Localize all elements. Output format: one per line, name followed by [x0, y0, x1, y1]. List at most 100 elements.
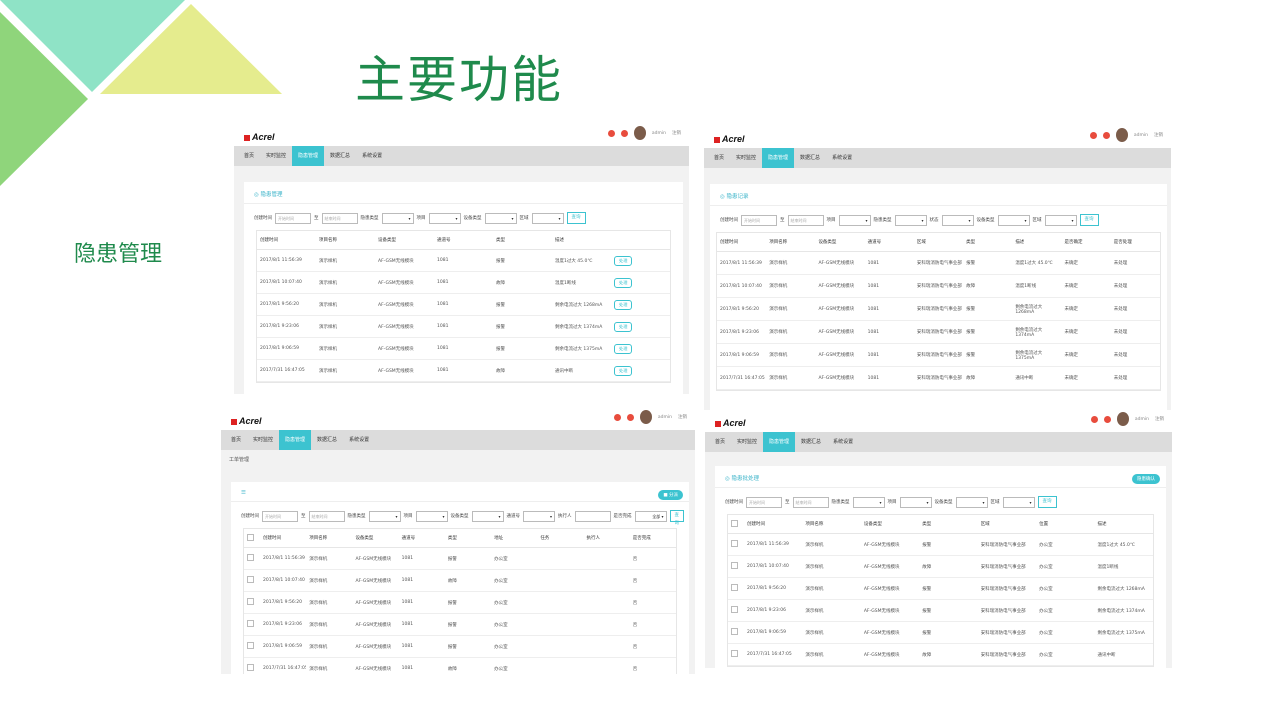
process-button[interactable]: 处理: [614, 321, 633, 332]
table-row[interactable]: 2017/8/1 9:56:20 演示样机 AF-GSM无线模块 报警 安科瑞消防电气事…: [728, 577, 1153, 600]
filter-select[interactable]: ▾: [484, 212, 517, 224]
filter-select[interactable]: ▾: [381, 212, 414, 224]
filter-select[interactable]: ▾: [894, 214, 927, 226]
process-button[interactable]: 处理: [614, 299, 633, 310]
filter-select[interactable]: ▾: [838, 214, 871, 226]
nav-item-0[interactable]: 首页: [225, 430, 247, 450]
alarm-badge-icon[interactable]: [607, 129, 615, 137]
nav-item-1[interactable]: 实时监控: [731, 432, 763, 452]
filter-select[interactable]: ▾: [941, 214, 974, 226]
filter-start-date-input[interactable]: 开始时间: [275, 212, 311, 224]
nav-item-4[interactable]: 系统设置: [343, 430, 375, 450]
nav-item-1[interactable]: 实时监控: [247, 430, 279, 450]
alarm-badge-icon[interactable]: [1090, 415, 1098, 423]
fault-badge-icon[interactable]: [1102, 131, 1110, 139]
filter-select[interactable]: ▾: [415, 510, 448, 522]
nav-item-0[interactable]: 首页: [708, 148, 730, 168]
filter-select[interactable]: ▾: [1044, 214, 1077, 226]
nav-item-2[interactable]: 隐患管理: [763, 432, 796, 452]
table-row[interactable]: 2017/8/1 9:06:59 演示样机 AF-GSM无线模块 报警 安科瑞消防电气事…: [728, 621, 1153, 644]
row-checkbox[interactable]: [731, 584, 738, 591]
nav-item-4[interactable]: 系统设置: [356, 146, 388, 166]
table-row[interactable]: 2017/8/1 10:07:40 演示样机 AF-GSM无线模块 1081 故障 温度1…: [257, 271, 670, 294]
table-row[interactable]: 2017/8/1 10:07:40 演示样机 AF-GSM无线模块 1081 故障 办公室…: [244, 569, 676, 592]
table-row[interactable]: 2017/8/1 9:23:06 演示样机 AF-GSM无线模块 1081 安科瑞消防电…: [717, 320, 1160, 344]
filter-select[interactable]: ▾: [471, 510, 504, 522]
process-button[interactable]: 处理: [614, 343, 633, 354]
filter-end-date-input[interactable]: 结束时间: [787, 214, 824, 226]
avatar[interactable]: [639, 410, 652, 424]
process-button[interactable]: 处理: [614, 365, 633, 376]
alarm-badge-icon[interactable]: [613, 413, 621, 421]
nav-item-4[interactable]: 系统设置: [826, 148, 858, 168]
nav-item-0[interactable]: 首页: [238, 146, 260, 166]
filter-select[interactable]: ▾: [852, 496, 885, 508]
filter-end-date-input[interactable]: 结束时间: [321, 212, 358, 224]
row-checkbox[interactable]: [247, 620, 254, 627]
nav-item-2[interactable]: 隐患管理: [762, 148, 795, 168]
nav-item-3[interactable]: 数据汇总: [795, 432, 827, 452]
row-checkbox[interactable]: [731, 606, 738, 613]
search-button[interactable]: 查询: [1037, 496, 1057, 508]
filter-select[interactable]: ▾: [997, 214, 1030, 226]
fault-badge-icon[interactable]: [626, 413, 634, 421]
filter-end-date-input[interactable]: 结束时间: [792, 496, 829, 508]
fault-badge-icon[interactable]: [1103, 415, 1111, 423]
nav-item-2[interactable]: 隐患管理: [292, 146, 325, 166]
avatar[interactable]: [633, 126, 646, 140]
row-checkbox[interactable]: [247, 598, 254, 605]
filter-select[interactable]: ▾: [899, 496, 932, 508]
avatar[interactable]: [1115, 128, 1128, 142]
table-row[interactable]: 2017/8/1 9:56:20 演示样机 AF-GSM无线模块 1081 报警 剩余电流…: [257, 293, 670, 316]
table-row[interactable]: 2017/7/31 16:47:05 演示样机 AF-GSM无线模块 1081 故障 通讯…: [257, 359, 670, 382]
alarm-badge-icon[interactable]: [1089, 131, 1097, 139]
table-row[interactable]: 2017/8/1 10:07:40 演示样机 AF-GSM无线模块 1081 安科瑞消防…: [717, 274, 1160, 298]
filter-select[interactable]: ▾: [1002, 496, 1035, 508]
table-row[interactable]: 2017/8/1 9:06:59 演示样机 AF-GSM无线模块 1081 报警 办公室 否: [244, 635, 676, 658]
logout-link[interactable]: 注销: [1155, 416, 1164, 422]
nav-item-1[interactable]: 实时监控: [260, 146, 292, 166]
nav-item-0[interactable]: 首页: [709, 432, 731, 452]
filter-end-date-input[interactable]: 结束时间: [308, 510, 345, 522]
nav-item-4[interactable]: 系统设置: [827, 432, 859, 452]
table-row[interactable]: 2017/8/1 11:56:39 演示样机 AF-GSM无线模块 1081 报警 温度1…: [257, 249, 670, 272]
search-button[interactable]: 查询: [1079, 214, 1099, 226]
filter-select[interactable]: 全部 ▾: [634, 510, 667, 522]
filter-select[interactable]: ▾: [523, 510, 555, 522]
process-button[interactable]: 处理: [614, 255, 633, 266]
process-button[interactable]: 处理: [614, 277, 633, 288]
logout-link[interactable]: 注销: [1154, 132, 1163, 138]
table-row[interactable]: 2017/8/1 9:23:06 演示样机 AF-GSM无线模块 1081 报警 剩余电流…: [257, 315, 670, 338]
nav-item-2[interactable]: 隐患管理: [279, 430, 312, 450]
select-all-checkbox[interactable]: [731, 519, 738, 527]
fault-badge-icon[interactable]: [620, 129, 628, 137]
table-row[interactable]: 2017/8/1 11:56:39 演示样机 AF-GSM无线模块 报警 安科瑞消防电气…: [728, 533, 1153, 556]
filter-executor-input[interactable]: [574, 510, 611, 522]
table-row[interactable]: 2017/8/1 9:06:59 演示样机 AF-GSM无线模块 1081 报警 剩余电流…: [257, 337, 670, 360]
search-button[interactable]: 查询: [566, 212, 586, 224]
table-row[interactable]: 2017/8/1 11:56:39 演示样机 AF-GSM无线模块 1081 报警 办公室…: [244, 547, 676, 570]
table-row[interactable]: 2017/8/1 10:07:40 演示样机 AF-GSM无线模块 故障 安科瑞消防电气…: [728, 555, 1153, 578]
logout-link[interactable]: 注销: [678, 414, 687, 420]
row-checkbox[interactable]: [731, 650, 738, 657]
row-checkbox[interactable]: [731, 562, 738, 569]
table-row[interactable]: 2017/7/31 16:47:05 演示样机 AF-GSM无线模块 故障 安科瑞消防电…: [728, 643, 1153, 666]
nav-item-3[interactable]: 数据汇总: [794, 148, 826, 168]
filter-select[interactable]: ▾: [428, 212, 461, 224]
row-checkbox[interactable]: [247, 554, 254, 561]
filter-select[interactable]: ▾: [955, 496, 988, 508]
table-row[interactable]: 2017/8/1 11:56:39 演示样机 AF-GSM无线模块 1081 安科瑞消防…: [717, 251, 1160, 275]
nav-item-3[interactable]: 数据汇总: [311, 430, 343, 450]
filter-select[interactable]: ▾: [368, 510, 401, 522]
table-row[interactable]: 2017/8/1 9:56:20 演示样机 AF-GSM无线模块 1081 安科瑞消防电…: [717, 297, 1160, 321]
row-checkbox[interactable]: [247, 576, 254, 583]
confirm-hazard-button[interactable]: 隐患确认: [1132, 474, 1160, 484]
nav-item-3[interactable]: 数据汇总: [324, 146, 356, 166]
table-row[interactable]: 2017/8/1 9:06:59 演示样机 AF-GSM无线模块 1081 安科瑞消防电…: [717, 343, 1160, 367]
filter-select[interactable]: ▾: [531, 212, 564, 224]
row-checkbox[interactable]: [247, 642, 254, 649]
row-checkbox[interactable]: [247, 664, 254, 671]
table-row[interactable]: 2017/8/1 9:56:20 演示样机 AF-GSM无线模块 1081 报警 办公室 否: [244, 591, 676, 614]
row-checkbox[interactable]: [731, 540, 738, 547]
filter-start-date-input[interactable]: 开始时间: [741, 214, 777, 226]
